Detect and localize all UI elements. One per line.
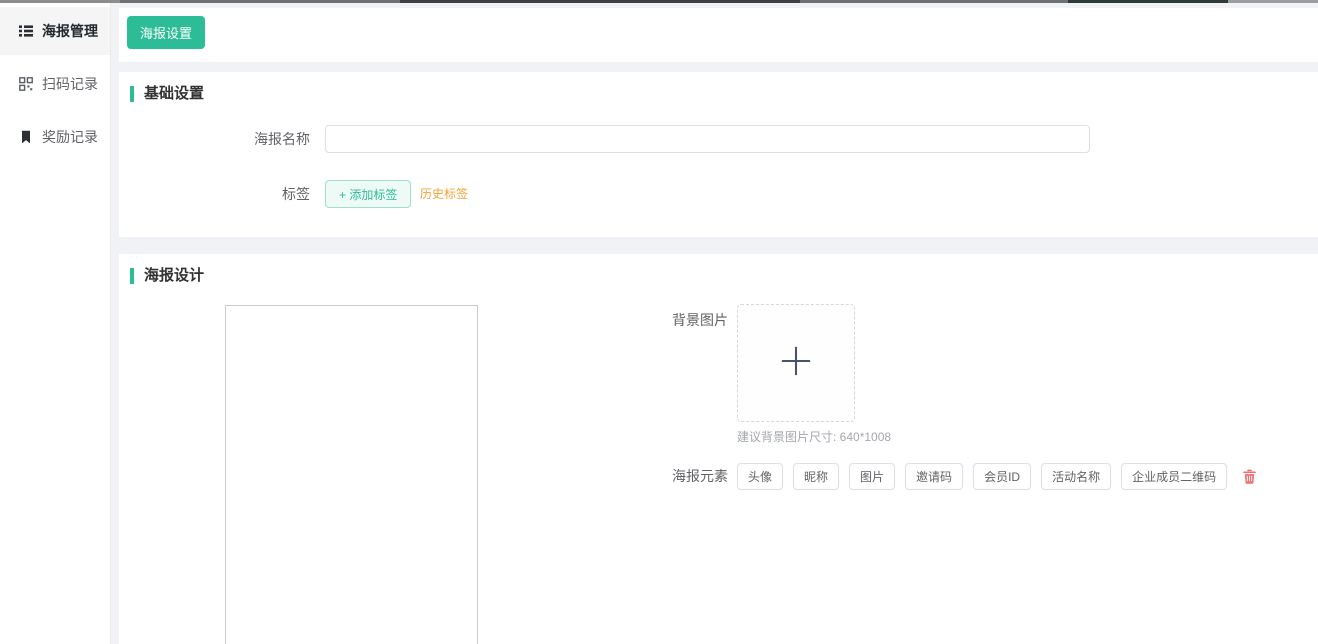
basic-settings-card: 基础设置 海报名称 标签 + 添加标签 历史标签 [119, 72, 1318, 237]
poster-name-label: 海报名称 [119, 125, 310, 153]
sidebar-item-label: 海报管理 [42, 21, 98, 41]
sidebar-item-label: 扫码记录 [42, 74, 98, 94]
add-tag-button[interactable]: + 添加标签 [325, 180, 411, 208]
poster-element-button[interactable]: 图片 [849, 463, 895, 490]
sidebar-item-reward-records[interactable]: 奖励记录 [0, 113, 110, 161]
browser-edge-strip [0, 0, 1318, 3]
poster-settings-button[interactable]: 海报设置 [127, 16, 205, 49]
poster-element-button[interactable]: 昵称 [793, 463, 839, 490]
section-accent-bar [130, 268, 134, 284]
poster-element-button[interactable]: 活动名称 [1041, 463, 1111, 490]
background-image-upload[interactable] [737, 304, 855, 422]
sidebar-item-label: 奖励记录 [42, 127, 98, 147]
poster-element-button[interactable]: 企业成员二维码 [1121, 463, 1227, 490]
background-image-label: 背景图片 [119, 312, 728, 328]
qrcode-icon [19, 77, 33, 91]
basic-settings-header: 基础设置 [130, 86, 204, 102]
upload-size-hint: 建议背景图片尺寸: 640*1008 [737, 428, 891, 445]
poster-design-header: 海报设计 [130, 268, 204, 284]
sidebar-item-scan-records[interactable]: 扫码记录 [0, 60, 110, 108]
poster-element-button[interactable]: 头像 [737, 463, 783, 490]
section-accent-bar [130, 86, 134, 102]
poster-design-card: 海报设计 背景图片 建议背景图片尺寸: 640*1008 海报元素 头像 昵称 … [119, 254, 1318, 644]
history-tags-link[interactable]: 历史标签 [420, 180, 468, 208]
poster-name-input[interactable] [325, 125, 1090, 153]
poster-elements-label: 海报元素 [119, 463, 728, 490]
list-icon [19, 24, 33, 38]
sidebar: 海报管理 扫码记录 奖励记录 [0, 3, 111, 644]
section-title: 基础设置 [144, 86, 204, 102]
section-title: 海报设计 [144, 268, 204, 284]
sidebar-item-poster-management[interactable]: 海报管理 [0, 7, 110, 55]
poster-element-button[interactable]: 邀请码 [905, 463, 963, 490]
toolbar-card: 海报设置 [119, 8, 1318, 62]
trash-icon[interactable] [1242, 468, 1258, 486]
bookmark-icon [19, 130, 33, 144]
poster-element-button[interactable]: 会员ID [973, 463, 1031, 490]
tags-label: 标签 [119, 180, 310, 208]
plus-icon [780, 345, 812, 382]
poster-elements-row: 头像 昵称 图片 邀请码 会员ID 活动名称 企业成员二维码 [737, 463, 1258, 490]
